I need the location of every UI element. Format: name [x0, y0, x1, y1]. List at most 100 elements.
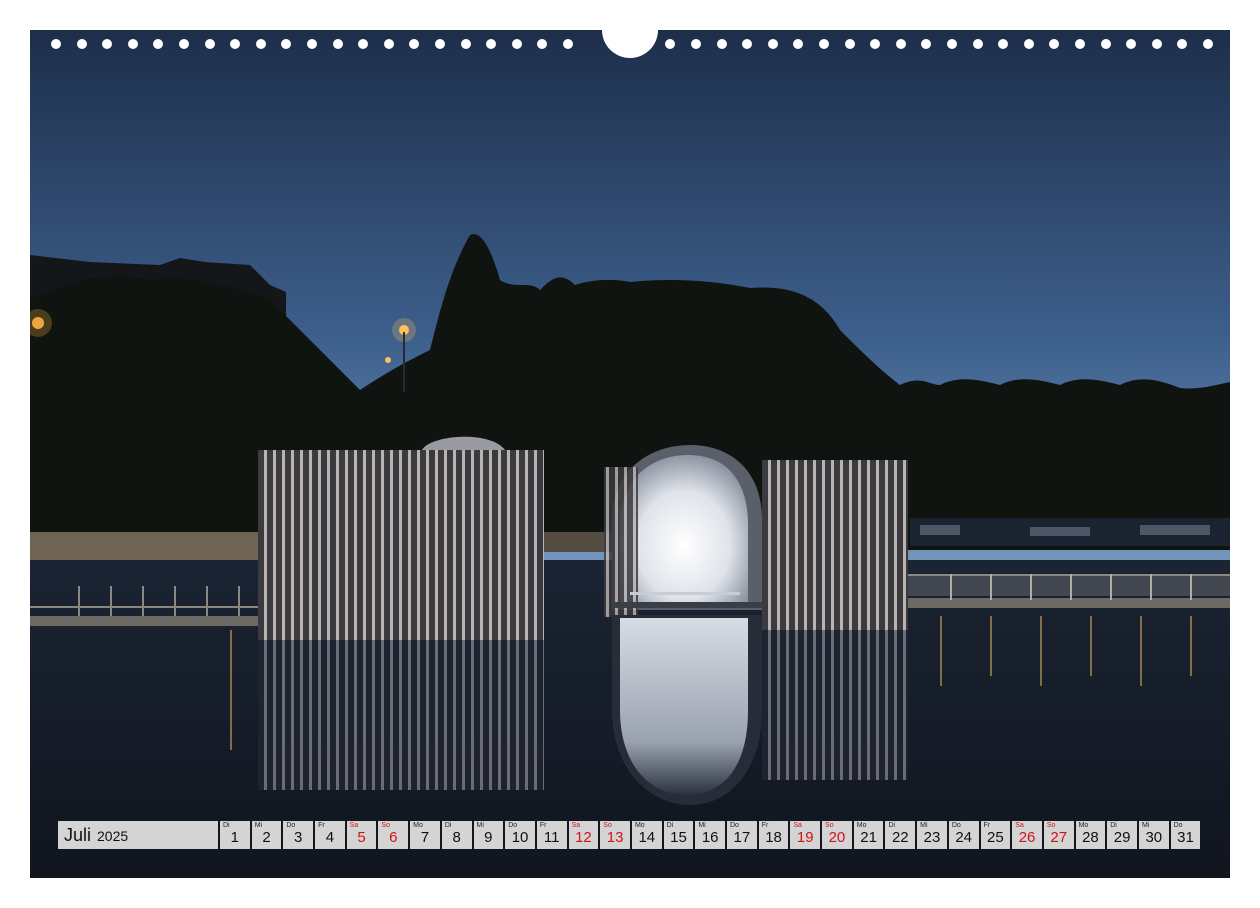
day-number: 16 — [701, 829, 719, 846]
calendar-photo — [30, 30, 1230, 878]
binding-hole — [281, 39, 292, 49]
day-number: 20 — [828, 829, 846, 846]
day-number: 13 — [606, 829, 624, 846]
day-cell: Sa 5 — [346, 821, 377, 849]
binding-hole — [691, 39, 701, 49]
binding-hole — [435, 39, 445, 49]
day-cell: Fr 25 — [980, 821, 1011, 849]
day-cell: Mi 2 — [251, 821, 282, 849]
day-number: 4 — [325, 829, 335, 846]
binding-hole — [409, 39, 420, 49]
day-cell: So 20 — [822, 821, 852, 849]
binding-hole — [76, 39, 87, 49]
day-cell: Do 3 — [283, 821, 314, 849]
binding-hole — [716, 39, 727, 49]
binding-hole — [793, 39, 804, 49]
binding-hole — [127, 39, 138, 49]
binding-hole — [102, 39, 113, 49]
day-number: 24 — [955, 829, 972, 846]
weekday-label: Fr — [539, 822, 547, 829]
binding-hole — [742, 39, 753, 49]
binding-hole — [563, 39, 573, 49]
day-cell: Mo 7 — [410, 821, 440, 849]
day-number: 31 — [1177, 829, 1194, 846]
day-cell: Do 10 — [505, 821, 535, 849]
day-cell: Sa 12 — [568, 821, 599, 849]
binding-hole — [870, 39, 881, 49]
binding-hole — [486, 39, 497, 49]
calendar-strip: Juli 2025 Di 1 Mi 2 Do 3 Fr 4 Sa 5 So 6 Mo 7 Di 8 Mi 9 Do 1… — [58, 821, 1201, 849]
weekday-label: Do — [730, 822, 739, 829]
binding-hole — [307, 39, 317, 49]
binding-hole — [255, 39, 266, 49]
day-number: 2 — [262, 829, 271, 846]
weekday-label: Sa — [1015, 822, 1024, 829]
day-cell: Di 15 — [663, 821, 694, 849]
weekday-label: Mi — [476, 822, 484, 829]
year: 2025 — [97, 828, 129, 844]
weekday-label: Di — [888, 822, 896, 829]
binding-hole — [895, 39, 906, 49]
day-number: 14 — [638, 829, 656, 846]
weekday-label: Do — [1173, 822, 1183, 829]
day-cell: Do 24 — [948, 821, 979, 849]
day-cell: Mo 14 — [631, 821, 662, 849]
weekday-label: Mo — [634, 822, 645, 829]
day-number: 18 — [765, 829, 782, 846]
weekday-label: Do — [951, 822, 961, 829]
binding-hole — [1177, 39, 1188, 49]
day-cell: Di 1 — [220, 821, 250, 849]
day-cell: Di 8 — [441, 821, 472, 849]
binding-hole — [1075, 39, 1085, 49]
day-cell: Di 22 — [885, 821, 916, 849]
weekday-label: Do — [286, 822, 296, 829]
weekday-label: Fr — [761, 822, 769, 829]
day-number: 19 — [796, 829, 814, 846]
weekday-label: Mo — [413, 822, 423, 829]
day-cell: Mi 23 — [917, 821, 947, 849]
weekday-label: So — [603, 822, 612, 829]
binding-hole — [1126, 39, 1137, 49]
day-number: 8 — [452, 829, 461, 846]
binding-hole — [511, 39, 522, 49]
binding-hole — [332, 39, 343, 49]
weekday-label: Di — [223, 822, 230, 829]
day-number: 3 — [294, 829, 303, 846]
weekday-label: Mi — [254, 822, 263, 829]
weekday-label: Di — [1110, 822, 1117, 829]
day-cell: So 13 — [600, 821, 630, 849]
weekday-label: Do — [508, 822, 518, 829]
binding-hole — [153, 39, 164, 49]
day-cell: Mi 16 — [695, 821, 725, 849]
binding-hole — [767, 39, 778, 49]
day-cell: Do 31 — [1170, 821, 1201, 849]
weekday-label: Mi — [1141, 822, 1150, 829]
day-cell: Di 29 — [1107, 821, 1137, 849]
binding-hole — [230, 39, 241, 49]
weekday-label: So — [381, 822, 390, 829]
day-cell: Mi 30 — [1138, 821, 1169, 849]
binding-hole — [844, 39, 855, 49]
weekday-label: So — [1046, 822, 1056, 829]
weekday-label: Mi — [920, 822, 928, 829]
day-cell: Mi 9 — [473, 821, 504, 849]
binding-hole — [1203, 39, 1213, 49]
day-cell: Fr 18 — [758, 821, 789, 849]
binding-hole — [383, 39, 394, 49]
day-number: 17 — [733, 829, 751, 846]
day-cell: So 27 — [1043, 821, 1074, 849]
day-cell: Fr 11 — [536, 821, 567, 849]
binding-hole — [972, 39, 983, 49]
weekday-label: Fr — [318, 822, 325, 829]
day-number: 28 — [1082, 829, 1099, 846]
day-number: 9 — [484, 829, 493, 846]
day-number: 22 — [891, 829, 909, 846]
binding-hole — [1023, 39, 1034, 49]
binding-hole — [1049, 39, 1060, 49]
day-number: 15 — [670, 829, 687, 846]
binding-hole — [460, 39, 471, 49]
weekday-label: Sa — [571, 822, 581, 829]
binding-hole — [998, 39, 1009, 49]
binding-hole — [179, 39, 189, 49]
day-number: 29 — [1113, 829, 1131, 846]
